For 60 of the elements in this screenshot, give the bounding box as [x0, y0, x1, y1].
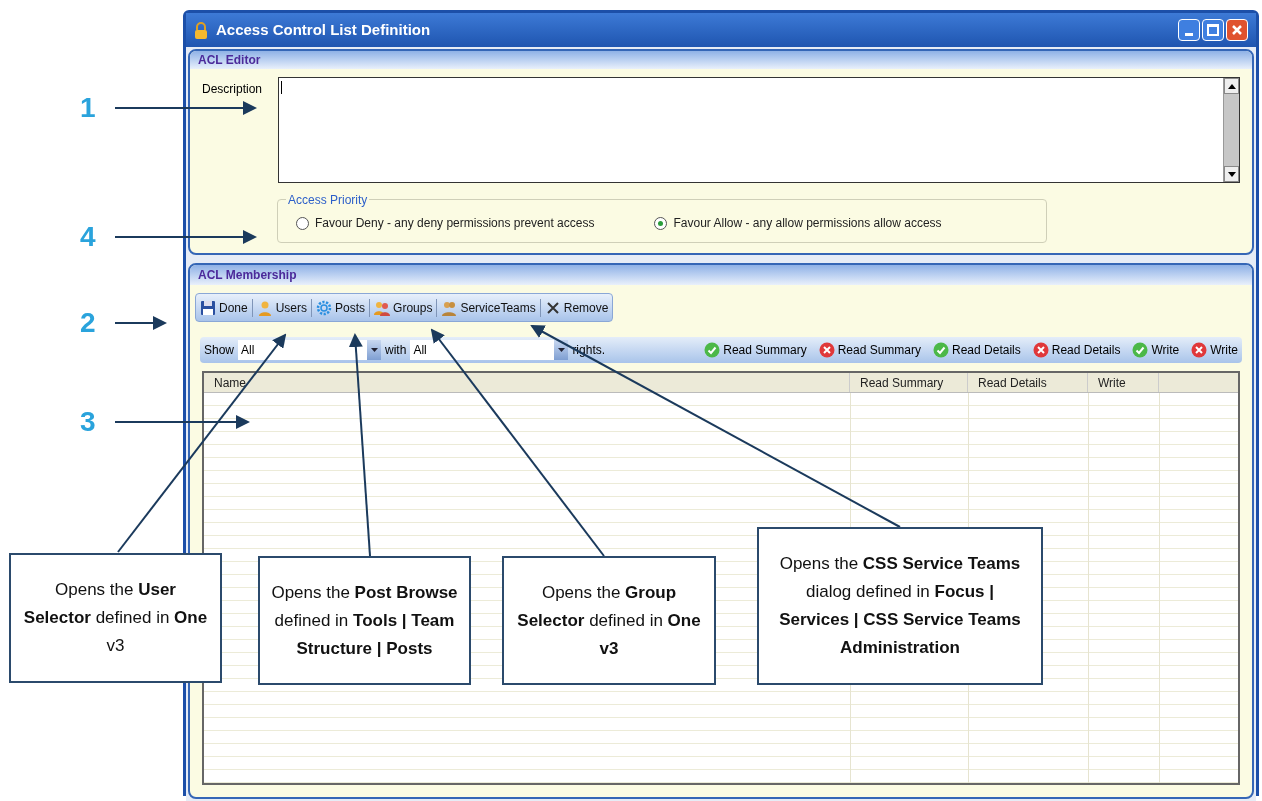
column-header[interactable]: Write: [1088, 372, 1159, 392]
legend-label: Read Summary: [837, 341, 922, 359]
padlock-icon: [194, 21, 208, 39]
person-icon: [256, 299, 273, 316]
column-header[interactable]: Read Summary: [850, 372, 968, 392]
minimize-button[interactable]: [1178, 19, 1200, 41]
window-title: Access Control List Definition: [216, 19, 431, 40]
legend-label: Read Details: [952, 341, 1021, 359]
legend-label: Read Details: [1051, 341, 1121, 359]
radio-button[interactable]: [654, 216, 668, 230]
column-header[interactable]: Name: [204, 372, 850, 392]
pointer-arrow: [114, 316, 167, 330]
close-button[interactable]: [1226, 19, 1248, 41]
maximize-button[interactable]: [1202, 19, 1224, 41]
people-icon: [441, 299, 458, 316]
panel-title: ACL Editor: [190, 51, 1252, 69]
step-number: 1: [80, 94, 96, 122]
cross-icon: [818, 341, 835, 358]
close-icon: [1231, 24, 1243, 36]
toolbar-button[interactable]: Groups: [372, 295, 435, 320]
caret-icon: [557, 347, 565, 352]
scrollbar[interactable]: [1223, 78, 1239, 182]
dropdown[interactable]: All: [238, 339, 382, 360]
check-icon: [704, 341, 721, 358]
radio-label[interactable]: Favour Allow - any allow permissions allow access: [673, 214, 942, 232]
cross-icon: [1191, 341, 1208, 358]
filter-label: with: [385, 341, 407, 359]
callout-text: Opens the Post Browse defined in Tools | Team Structure | Posts: [270, 581, 459, 660]
cross-icon: [1032, 341, 1049, 358]
description-label: Description: [202, 81, 264, 98]
toolbar-button[interactable]: Posts: [314, 295, 368, 320]
check-icon: [933, 341, 950, 358]
step-number: 2: [80, 309, 96, 337]
dropdown[interactable]: All: [410, 339, 569, 360]
toolbar-button[interactable]: Users: [254, 295, 310, 320]
callout-text: Opens the User Selector defined in One v3: [22, 579, 209, 657]
step-number: 4: [80, 223, 96, 251]
panel-title: ACL Membership: [190, 265, 1252, 285]
column-header[interactable]: Read Details: [968, 372, 1088, 392]
callout-text: Opens the Group Selector defined in One v3: [516, 581, 702, 660]
legend-label: Read Summary: [723, 341, 807, 359]
step-number: 3: [80, 408, 96, 436]
check-icon: [1132, 341, 1149, 358]
description-field[interactable]: [278, 77, 1240, 183]
gear-icon: [316, 299, 333, 316]
people-icon: [374, 299, 391, 316]
down-arrow-icon[interactable]: [1227, 171, 1236, 177]
close-icon: [544, 299, 561, 316]
caret-icon: [370, 347, 378, 352]
toolbar-button[interactable]: Done: [198, 295, 250, 320]
toolbar-button[interactable]: ServiceTeams: [439, 295, 538, 320]
legend-label: Write: [1210, 341, 1238, 359]
callout-text: Opens the CSS Service Teams dialog defined in Focus | Services | CSS Service Teams Administration: [778, 553, 1022, 659]
legend-label: Write: [1151, 341, 1180, 359]
filter-label: Show: [204, 341, 235, 359]
floppy-icon: [200, 299, 216, 316]
toolbar-button[interactable]: Remove: [542, 295, 611, 320]
radio-label[interactable]: Favour Deny - any deny permissions prevent access: [315, 214, 595, 232]
radio-button[interactable]: [296, 216, 309, 230]
up-arrow-icon[interactable]: [1227, 83, 1236, 89]
